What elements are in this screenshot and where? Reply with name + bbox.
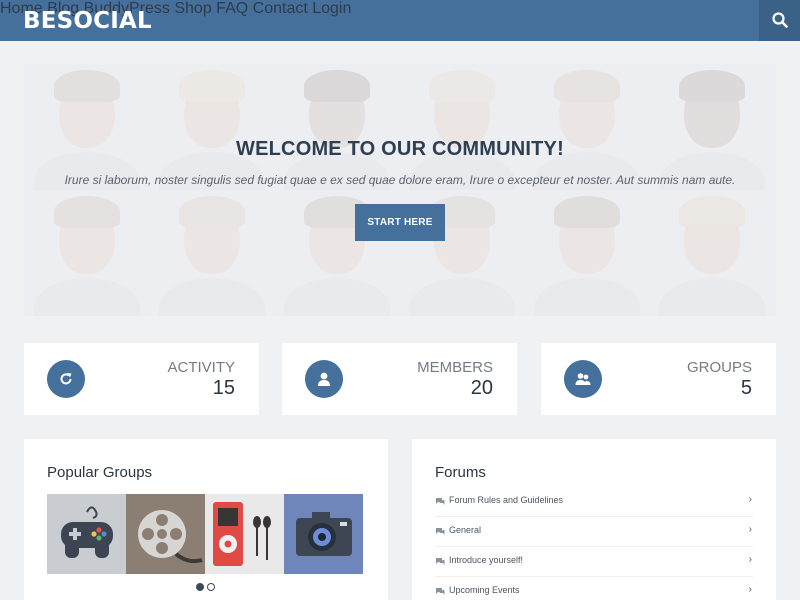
stat-label: GROUPS [686,359,752,376]
user-icon [318,372,330,386]
forum-title: Upcoming Events [449,585,520,595]
top-navbar: BESOCIAL Home Blog BuddyPress Shop FAQ C… [0,0,800,41]
nav-shop[interactable]: Shop [174,0,211,17]
gamepad-icon [61,506,113,558]
comments-icon [436,528,445,535]
stat-label: ACTIVITY [167,359,235,376]
nav-faq[interactable]: FAQ [216,0,248,17]
chevron-right-icon: › [748,554,752,565]
group-thumbnail[interactable] [284,494,363,574]
members-card[interactable]: MEMBERS 20 [282,343,517,415]
groups-card[interactable]: GROUPS 5 [541,343,776,415]
group-thumbnail[interactable] [205,494,284,574]
group-thumbnail[interactable] [47,494,126,574]
activity-icon-circle [47,360,85,398]
hero-subtitle: Irure si laborum, noster singulis sed fu… [64,173,736,187]
site-logo[interactable]: BESOCIAL [23,7,152,35]
users-icon [575,373,591,385]
carousel-dots [196,583,215,591]
groups-icon-circle [564,360,602,398]
stat-value: 15 [212,377,235,399]
forum-title: Introduce yourself! [449,555,524,565]
forum-item[interactable]: Forum Rules and Guidelines › [435,487,753,517]
stat-label: MEMBERS [417,359,493,376]
forums-panel: Forums Forum Rules and Guidelines › Gene… [412,439,776,600]
chevron-right-icon: › [748,494,752,505]
search-icon [772,12,788,28]
stat-value: 5 [740,377,752,399]
comments-icon [436,498,445,505]
members-icon-circle [305,360,343,398]
search-button[interactable] [759,0,800,41]
chevron-right-icon: › [748,584,752,595]
start-here-button[interactable]: START HERE [355,204,445,241]
chevron-right-icon: › [748,524,752,535]
nav-contact[interactable]: Contact [253,0,308,17]
group-thumbnail[interactable] [126,494,205,574]
comments-icon [436,588,445,595]
carousel-dot-1[interactable] [196,583,204,591]
forum-item[interactable]: Introduce yourself! › [435,547,753,577]
nav-login[interactable]: Login [312,0,351,17]
hero-overlay [24,64,776,316]
comments-icon [436,558,445,565]
forum-item[interactable]: Upcoming Events › [435,577,753,600]
stat-value: 20 [470,377,493,399]
popular-groups-panel: Popular Groups [24,439,388,600]
panel-title: Forums [435,464,486,481]
carousel-dot-2[interactable] [207,583,215,591]
hero-title: WELCOME TO OUR COMMUNITY! [236,138,564,160]
music-player-icon [213,502,271,566]
forum-title: General [449,525,482,535]
forum-item[interactable]: General › [435,517,753,547]
activity-card[interactable]: ACTIVITY 15 [24,343,259,415]
hero-banner: WELCOME TO OUR COMMUNITY! Irure si labor… [24,64,776,316]
forum-title: Forum Rules and Guidelines [449,495,564,505]
camera-icon [296,512,352,556]
refresh-icon [60,373,72,385]
film-reel-icon [138,510,203,564]
panel-title: Popular Groups [47,464,153,481]
